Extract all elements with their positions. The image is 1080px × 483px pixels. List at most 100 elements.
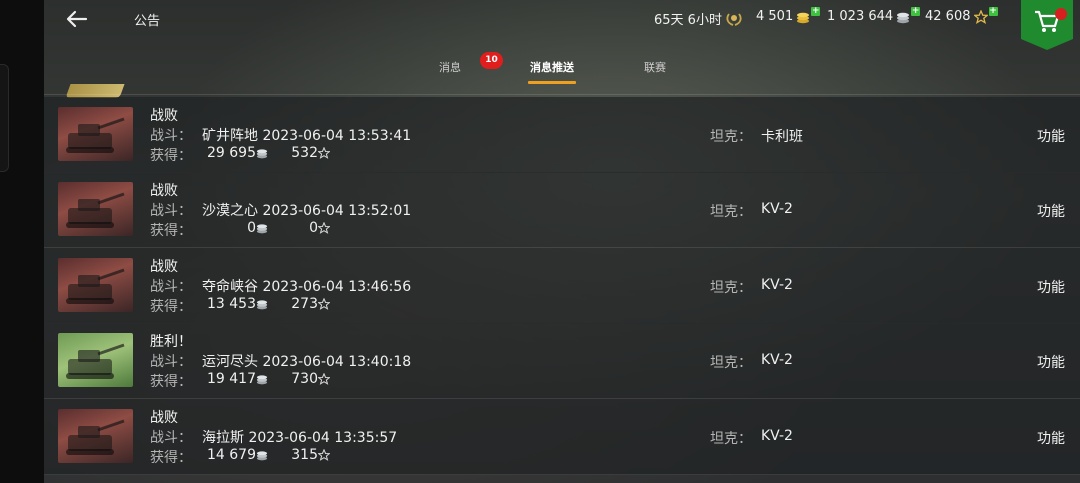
free-xp-star-icon — [973, 9, 988, 24]
earned-credits-value: 19 417 — [207, 371, 256, 387]
earned-xp: 273 — [274, 296, 330, 312]
battle-row[interactable]: 战败 战斗： 沙漠之心 2023-06-04 13:52:01 获得： 0 0 坦克： KV-… — [44, 172, 1080, 248]
tank-label: 坦克： — [710, 129, 752, 145]
battle-datetime: 2023-06-04 13:53:41 — [262, 128, 412, 144]
back-arrow-icon — [66, 10, 88, 28]
gold-balance[interactable]: 4 501 + — [756, 7, 821, 24]
tab-messages[interactable]: 消息 — [439, 59, 461, 75]
battle-map: 夺命峡谷 — [202, 279, 258, 295]
earned-label: 获得： — [150, 299, 192, 315]
tank-label: 坦克： — [710, 280, 752, 296]
earned-xp: 730 — [274, 371, 330, 387]
premium-time-value: 65天 6小时 — [654, 13, 722, 28]
earned-xp: 532 — [274, 145, 330, 161]
list-divider — [44, 94, 1080, 95]
tank-name: KV-2 — [761, 277, 793, 293]
tank-thumbnail — [58, 107, 133, 161]
earned-credits-value: 0 — [247, 220, 256, 236]
battle-datetime: 2023-06-04 13:40:18 — [262, 354, 412, 370]
earned-xp-value: 273 — [291, 296, 318, 312]
premium-laurel-icon — [726, 12, 742, 26]
function-button[interactable]: 功能 — [1037, 277, 1065, 297]
tank-thumbnail — [58, 258, 133, 312]
tank-label: 坦克： — [710, 204, 752, 220]
earned-label: 获得： — [150, 450, 192, 466]
tank-name: KV-2 — [761, 352, 793, 368]
earned-credits: 0 — [202, 220, 268, 236]
battle-result: 战败 — [150, 183, 178, 199]
tank-thumbnail — [58, 333, 133, 387]
partial-reward-icon — [65, 84, 125, 98]
earned-label: 获得： — [150, 374, 192, 390]
device-notch — [0, 64, 9, 172]
battle-map-time: 运河尽头 2023-06-04 13:40:18 — [202, 351, 411, 371]
tab-push-messages[interactable]: 消息推送 — [530, 59, 574, 75]
xp-star-icon — [318, 222, 330, 234]
messages-count-badge: 10 — [480, 52, 503, 69]
gold-coins-icon — [797, 12, 810, 23]
add-free-xp-icon[interactable]: + — [988, 7, 998, 16]
battle-row[interactable]: 战败 战斗： 海拉斯 2023-06-04 13:35:57 获得： 14 679 315… — [44, 399, 1080, 475]
earned-credits: 29 695 — [202, 145, 268, 161]
silver-coins-icon — [256, 300, 268, 310]
battle-label: 战斗： — [150, 128, 192, 144]
tab-league[interactable]: 联赛 — [644, 59, 666, 75]
battle-row[interactable]: 战败战斗： 夺命峡谷 2023-06-04 13:46:56 获得： 13 453 27… — [44, 248, 1080, 324]
back-button[interactable] — [64, 7, 90, 31]
tank-name: KV-2 — [761, 201, 793, 217]
battle-map-time: 矿井阵地 2023-06-04 13:53:41 — [202, 125, 411, 145]
main-panel: 公告 65天 6小时 4 501 + 1 023 644 + 42 608 + … — [44, 0, 1080, 483]
top-bar: 公告 65天 6小时 4 501 + 1 023 644 + 42 608 + — [44, 0, 1080, 50]
function-button[interactable]: 功能 — [1037, 126, 1065, 146]
add-gold-icon[interactable]: + — [811, 7, 821, 16]
earned-label: 获得： — [150, 223, 192, 239]
earned-credits: 19 417 — [202, 371, 268, 387]
gold-value: 4 501 — [756, 9, 794, 24]
earned-credits-value: 29 695 — [207, 145, 256, 161]
tank-label: 坦克： — [710, 431, 752, 447]
tank-name: 卡利班 — [761, 129, 803, 145]
function-button[interactable]: 功能 — [1037, 428, 1065, 448]
earned-label: 获得： — [150, 148, 192, 164]
function-button[interactable]: 功能 — [1037, 201, 1065, 221]
battle-map: 运河尽头 — [202, 354, 258, 370]
xp-star-icon — [318, 373, 330, 385]
shop-button[interactable] — [1021, 0, 1073, 50]
battle-result: 胜利！ — [150, 334, 192, 350]
shopping-cart-icon — [1035, 10, 1060, 32]
shop-gift-badge-icon — [1055, 8, 1067, 20]
battle-datetime: 2023-06-04 13:46:56 — [262, 279, 412, 295]
add-credits-icon[interactable]: + — [911, 7, 921, 16]
battle-map: 矿井阵地 — [202, 128, 258, 144]
battle-row[interactable]: 胜利！ 战斗： 运河尽头 2023-06-04 13:40:18 获得： 19 417 7… — [44, 323, 1080, 399]
silver-coins-icon — [256, 149, 268, 159]
xp-star-icon — [318, 298, 330, 310]
page-title: 公告 — [134, 14, 161, 29]
free-xp-value: 42 608 — [925, 9, 971, 24]
xp-star-icon — [318, 449, 330, 461]
tank-label: 坦克： — [710, 355, 752, 371]
free-xp-balance[interactable]: 42 608 + — [925, 7, 998, 24]
battle-map-time: 海拉斯 2023-06-04 13:35:57 — [202, 427, 397, 447]
silver-coins-icon — [256, 224, 268, 234]
premium-time[interactable]: 65天 6小时 — [654, 9, 743, 28]
battle-map-time: 夺命峡谷 2023-06-04 13:46:56 — [202, 276, 411, 296]
tank-thumbnail — [58, 409, 133, 463]
battle-label: 战斗： — [150, 354, 192, 370]
battle-result: 战败 — [150, 108, 178, 124]
tank-thumbnail — [58, 182, 133, 236]
silver-coins-icon — [897, 12, 910, 23]
battle-label: 战斗： — [150, 430, 192, 446]
earned-xp-value: 315 — [291, 447, 318, 463]
battle-result: 战败 — [150, 259, 178, 275]
earned-xp-value: 0 — [309, 220, 318, 236]
earned-credits: 13 453 — [202, 296, 268, 312]
battle-row[interactable]: 战败战斗： 矿井阵地 2023-06-04 13:53:41 获得： 29 695 53… — [44, 97, 1080, 173]
function-button[interactable]: 功能 — [1037, 352, 1065, 372]
tank-name: KV-2 — [761, 428, 793, 444]
silver-coins-icon — [256, 451, 268, 461]
battle-label: 战斗： — [150, 279, 192, 295]
battle-map: 沙漠之心 — [202, 203, 258, 219]
battle-datetime: 2023-06-04 13:35:57 — [248, 430, 398, 446]
credits-balance[interactable]: 1 023 644 + — [827, 7, 921, 24]
